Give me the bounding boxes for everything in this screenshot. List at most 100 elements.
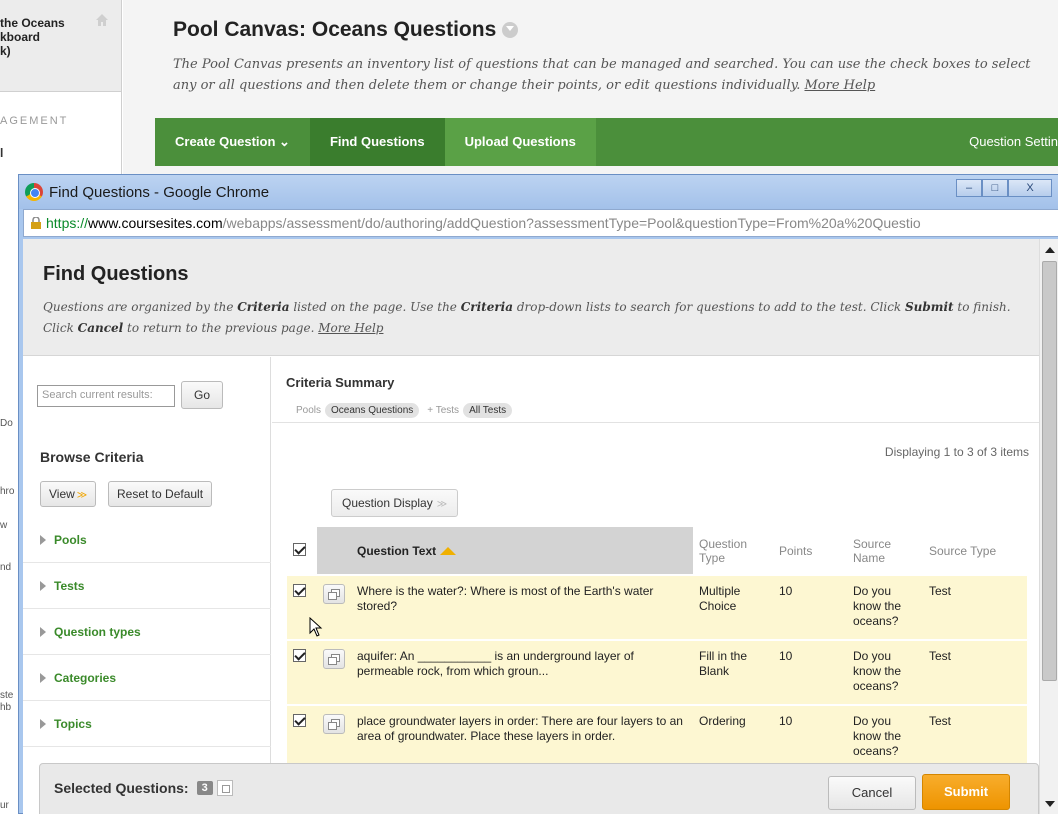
scrollbar-thumb[interactable] [1042,261,1057,681]
preview-icon[interactable] [323,714,345,734]
row-checkbox[interactable] [293,649,306,662]
page-description: The Pool Canvas presents an inventory li… [173,54,1053,96]
maximize-button[interactable]: □ [982,179,1008,197]
page-title: Pool Canvas: Oceans Questions [173,18,519,42]
table-row: place groundwater layers in order: There… [287,704,1027,769]
sidebar-fragment: hro [0,486,15,497]
browse-criteria-panel: Search current results: Go Browse Criter… [23,357,271,814]
select-all-checkbox[interactable] [293,542,306,556]
url-path: /webapps/assessment/do/authoring/addQues… [222,215,921,231]
expand-triangle-icon [40,672,46,683]
view-button[interactable]: View ≫ [40,481,97,507]
cancel-button[interactable]: Cancel [828,776,916,810]
question-text-header[interactable]: Question Text [351,527,693,575]
expand-triangle-icon [40,580,46,591]
item-count: Displaying 1 to 3 of 3 items [884,445,1029,459]
management-item[interactable]: l [0,146,3,160]
source-type-header[interactable]: Source Type [923,527,1027,575]
row-checkbox[interactable] [293,714,306,727]
action-bar: Create Question ⌄ Find Questions Upload … [155,118,1058,166]
more-help-link[interactable]: More Help [805,78,876,93]
sidebar-fragment: hb [0,702,12,713]
points-cell: 10 [773,574,847,640]
table-header-row: Question Text Question Type Points Sourc… [287,527,1027,575]
question-display-button[interactable]: Question Display ≫ [331,489,459,517]
window-titlebar[interactable]: Find Questions - Google Chrome – □ X [19,175,1058,209]
preview-icon[interactable] [323,649,345,669]
sidebar-fragment: ste [0,690,14,701]
select-all-cell [287,527,317,575]
url-scheme: https:// [46,215,89,231]
source-type-cell: Test [923,574,1027,640]
expand-triangle-icon [40,718,46,729]
search-input[interactable]: Search current results: [37,385,175,407]
source-name-header[interactable]: Source Name [847,527,923,575]
go-button[interactable]: Go [181,381,223,409]
preview-icon[interactable] [323,584,345,604]
criteria-topics[interactable]: Topics [23,701,271,747]
course-title-line: kboard [0,30,41,44]
row-checkbox[interactable] [293,584,306,597]
source-name-cell: Do you know the oceans? [847,639,923,705]
chevron-down-icon[interactable] [502,22,519,38]
criteria-categories[interactable]: Categories [23,655,271,701]
question-type-cell: Fill in the Blank [693,639,773,705]
question-settings-button[interactable]: Question Settin [949,118,1058,166]
source-name-cell: Do you know the oceans? [847,574,923,640]
page-description-text: The Pool Canvas presents an inventory li… [173,57,1031,93]
sidebar-fragment: Do [0,418,13,429]
points-cell: 10 [773,704,847,769]
question-text-cell: place groundwater layers in order: There… [351,704,693,769]
lock-icon [31,217,41,229]
submit-button[interactable]: Submit [922,774,1010,810]
double-chevron-down-icon: ≫ [76,490,88,501]
criteria-question-types[interactable]: Question types [23,609,271,655]
address-bar[interactable]: https://www.coursesites.com/webapps/asse… [23,209,1058,237]
minimize-button[interactable]: – [956,179,982,197]
scroll-down-icon[interactable] [1045,801,1055,807]
table-row: Where is the water?: Where is most of th… [287,574,1027,640]
expand-selection-icon[interactable] [216,780,233,796]
points-header[interactable]: Points [773,527,847,575]
selection-footer: Selected Questions: 3 Cancel Submit [39,763,1039,814]
pools-value-pill[interactable]: Oceans Questions [325,403,420,418]
window-title: Find Questions - Google Chrome [49,183,270,201]
more-help-link[interactable]: More Help [318,321,383,335]
close-button[interactable]: X [1008,179,1052,197]
find-questions-description: Questions are organized by the Criteria … [43,300,1011,335]
preview-header [317,527,351,575]
selected-questions-label: Selected Questions: 3 [54,780,233,796]
find-questions-window: Find Questions - Google Chrome – □ X htt… [18,174,1058,814]
vertical-scrollbar[interactable] [1039,239,1058,814]
tests-value-pill[interactable]: All Tests [463,403,513,418]
upload-questions-button[interactable]: Upload Questions [444,118,596,166]
find-questions-button[interactable]: Find Questions [309,118,445,166]
expand-triangle-icon [40,534,46,545]
home-icon[interactable] [94,12,110,28]
question-type-cell: Ordering [693,704,773,769]
create-question-button[interactable]: Create Question ⌄ [155,118,310,166]
question-text-cell: aquifer: An ___________ is an undergroun… [351,639,693,705]
url-host: www.coursesites.com [88,215,223,231]
mouse-pointer-icon [309,617,323,637]
points-cell: 10 [773,639,847,705]
window-controls: – □ X [956,179,1052,197]
course-title-line: k) [0,44,11,58]
scroll-up-icon[interactable] [1045,247,1055,253]
selected-count-badge: 3 [196,781,213,795]
tests-label: + Tests [427,405,460,416]
question-type-header[interactable]: Question Type [693,527,773,575]
source-type-cell: Test [923,639,1027,705]
sidebar-fragment: w [0,520,8,531]
reset-to-default-button[interactable]: Reset to Default [108,481,213,507]
criteria-list: Pools Tests Question types Categories To… [23,517,271,747]
management-heading: AGEMENT [0,115,69,127]
criteria-summary-row: Pools Oceans Questions + Tests All Tests [296,403,520,418]
browse-criteria-title: Browse Criteria [40,449,144,465]
page-title-text: Pool Canvas: Oceans Questions [173,18,497,41]
criteria-tests[interactable]: Tests [23,563,271,609]
chrome-icon [25,183,43,201]
criteria-summary-title: Criteria Summary [286,375,395,390]
criteria-pools[interactable]: Pools [23,517,271,563]
expand-triangle-icon [40,626,46,637]
